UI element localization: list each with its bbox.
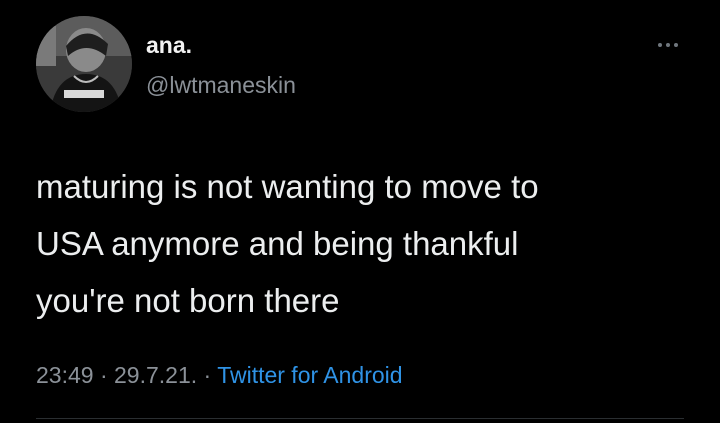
tweet-source-link[interactable]: Twitter for Android xyxy=(217,362,402,388)
profile-photo-icon xyxy=(36,16,132,112)
username-handle[interactable]: @lwtmaneskin xyxy=(146,74,296,97)
tweet-time[interactable]: 23:49 xyxy=(36,362,94,388)
tweet-date[interactable]: 29.7.21. xyxy=(114,362,197,388)
avatar[interactable] xyxy=(36,16,132,112)
meta-separator: · xyxy=(93,362,115,388)
tweet-metadata: 23:49 · 29.7.21. · Twitter for Android xyxy=(36,364,403,387)
display-name[interactable]: ana. xyxy=(146,34,192,57)
tweet-card: ana. @lwtmaneskin maturing is not wantin… xyxy=(0,0,720,423)
meta-separator: · xyxy=(197,362,218,388)
divider xyxy=(36,418,684,419)
tweet-text: maturing is not wanting to move to USA a… xyxy=(36,168,539,319)
more-options-icon[interactable] xyxy=(656,40,680,50)
